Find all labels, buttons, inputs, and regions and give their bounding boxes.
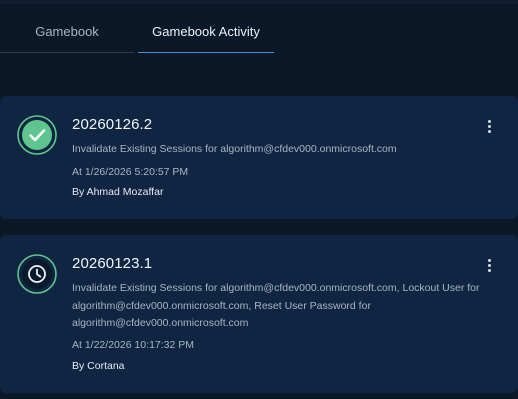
activity-timestamp: At 1/26/2026 5:20:57 PM <box>72 166 189 178</box>
tab-gamebook-activity[interactable]: Gamebook Activity <box>138 0 274 53</box>
activity-version: 20260123.1 <box>72 255 153 272</box>
gamebook-activity-page: Gamebook Gamebook Activity 20260126.2 In… <box>0 0 518 399</box>
check-circle-icon <box>17 115 57 155</box>
tab-gamebook[interactable]: Gamebook <box>0 0 134 53</box>
activity-author: By Cortana <box>72 360 125 372</box>
activity-card[interactable]: 20260123.1 Invalidate Existing Sessions … <box>0 235 518 393</box>
more-vertical-icon[interactable] <box>482 120 496 136</box>
clock-icon <box>17 254 57 294</box>
more-vertical-icon[interactable] <box>482 259 496 275</box>
activity-author: By Ahmad Mozaffar <box>72 186 164 198</box>
tab-bar: Gamebook Gamebook Activity <box>0 0 518 53</box>
activity-timestamp: At 1/22/2026 10:17:32 PM <box>72 339 195 351</box>
activity-version: 20260126.2 <box>72 116 153 133</box>
activity-description: Invalidate Existing Sessions for algorit… <box>72 143 397 155</box>
activity-description: Invalidate Existing Sessions for algorit… <box>72 282 480 329</box>
activity-card[interactable]: 20260126.2 Invalidate Existing Sessions … <box>0 96 518 219</box>
